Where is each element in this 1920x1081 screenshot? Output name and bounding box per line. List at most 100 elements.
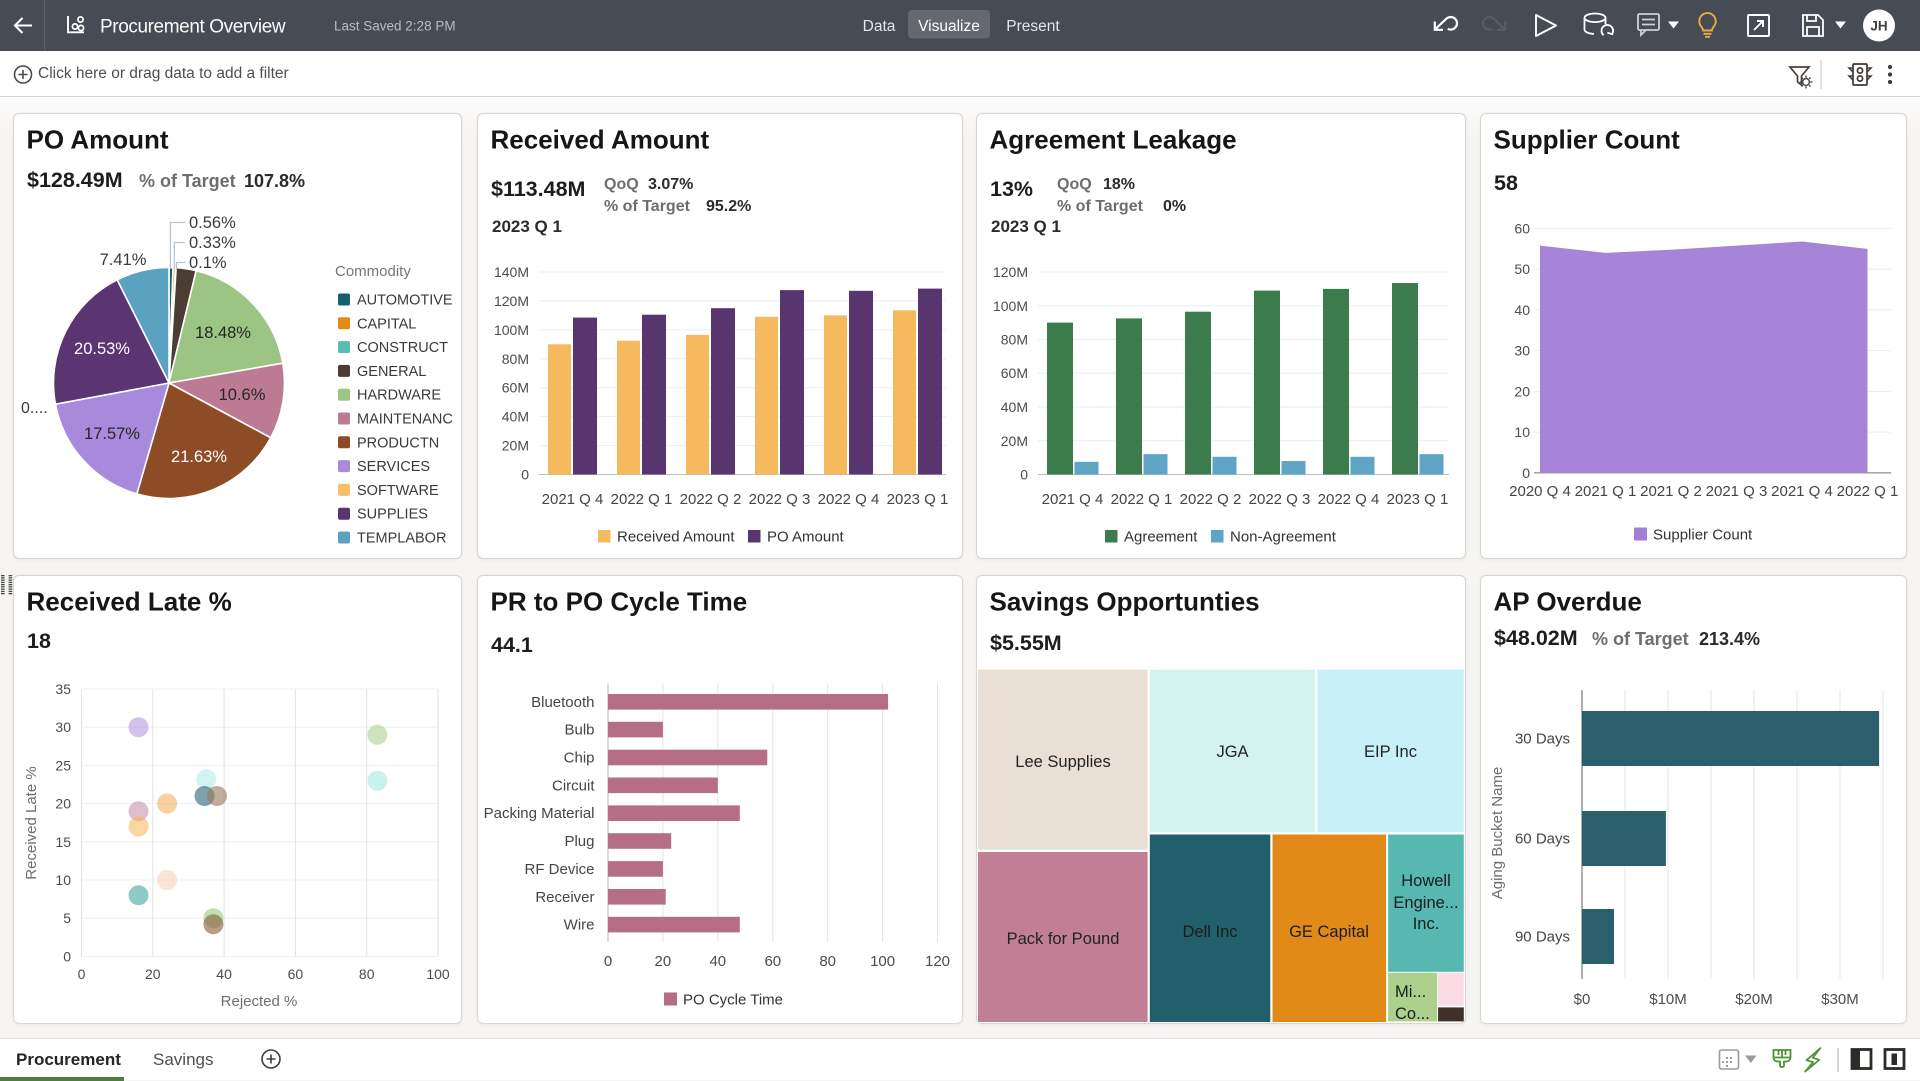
svg-text:30 Days: 30 Days	[1515, 731, 1570, 748]
svg-text:GE Capital: GE Capital	[1289, 923, 1369, 941]
svg-text:Rejected %: Rejected %	[221, 993, 298, 1010]
svg-text:21.63%: 21.63%	[171, 448, 227, 466]
svg-text:0: 0	[521, 467, 529, 483]
svg-text:60: 60	[1514, 221, 1530, 237]
svg-text:100: 100	[426, 966, 450, 982]
svg-text:2022 Q 1: 2022 Q 1	[611, 491, 673, 508]
svg-text:Agreement Leakage: Agreement Leakage	[990, 125, 1237, 155]
svg-text:2022 Q 3: 2022 Q 3	[1249, 491, 1311, 508]
svg-text:5: 5	[63, 910, 71, 926]
svg-text:40: 40	[216, 966, 232, 982]
svg-text:140M: 140M	[494, 264, 529, 280]
svg-text:60M: 60M	[1001, 365, 1028, 381]
svg-text:20M: 20M	[1001, 433, 1028, 449]
svg-text:60 Days: 60 Days	[1515, 831, 1570, 848]
svg-text:Lee Supplies: Lee Supplies	[1015, 753, 1110, 771]
svg-text:QoQ: QoQ	[604, 176, 639, 193]
svg-text:$128.49M: $128.49M	[27, 168, 123, 192]
svg-text:95.2%: 95.2%	[706, 198, 751, 215]
svg-text:$0: $0	[1574, 991, 1591, 1008]
svg-text:Received Late %: Received Late %	[27, 587, 232, 617]
svg-text:Bluetooth: Bluetooth	[531, 694, 594, 711]
svg-text:2021 Q 4: 2021 Q 4	[1771, 483, 1833, 500]
svg-text:Dell Inc: Dell Inc	[1182, 923, 1237, 941]
svg-text:2021 Q 1: 2021 Q 1	[1575, 483, 1637, 500]
svg-text:Inc.: Inc.	[1413, 915, 1440, 933]
svg-text:20: 20	[1514, 383, 1530, 399]
svg-text:2022 Q 1: 2022 Q 1	[1837, 483, 1899, 500]
svg-text:0.56%: 0.56%	[189, 214, 236, 232]
svg-text:Aging Bucket Name: Aging Bucket Name	[1489, 767, 1506, 900]
svg-text:90 Days: 90 Days	[1515, 929, 1570, 946]
svg-text:$10M: $10M	[1649, 991, 1687, 1008]
svg-text:0: 0	[1522, 465, 1530, 481]
svg-text:2021 Q 4: 2021 Q 4	[542, 491, 604, 508]
svg-text:80: 80	[819, 953, 836, 970]
svg-text:213.4%: 213.4%	[1699, 629, 1760, 649]
svg-text:Visualize: Visualize	[918, 18, 980, 35]
svg-text:20M: 20M	[502, 438, 529, 454]
svg-text:100M: 100M	[494, 322, 529, 338]
svg-text:SUPPLIES: SUPPLIES	[357, 507, 428, 523]
svg-text:20: 20	[55, 796, 71, 812]
svg-text:17.57%: 17.57%	[84, 425, 140, 443]
svg-text:2022 Q 2: 2022 Q 2	[680, 491, 742, 508]
svg-text:% of Target: % of Target	[139, 171, 236, 191]
svg-text:50: 50	[1514, 261, 1530, 277]
svg-text:Receiver: Receiver	[535, 889, 594, 906]
svg-text:40: 40	[709, 953, 726, 970]
svg-text:40M: 40M	[1001, 399, 1028, 415]
svg-text:Supplier Count: Supplier Count	[1494, 125, 1681, 155]
svg-text:30: 30	[1514, 343, 1530, 359]
svg-text:Plug: Plug	[564, 833, 594, 850]
svg-text:80M: 80M	[502, 351, 529, 367]
svg-text:15: 15	[55, 834, 71, 850]
svg-text:Commodity: Commodity	[335, 263, 411, 280]
svg-text:20.53%: 20.53%	[74, 340, 130, 358]
svg-text:PO Amount: PO Amount	[767, 529, 845, 546]
svg-text:13%: 13%	[990, 177, 1033, 201]
svg-text:2022 Q 4: 2022 Q 4	[818, 491, 880, 508]
svg-text:CAPITAL: CAPITAL	[357, 316, 416, 332]
svg-text:58: 58	[1494, 171, 1518, 195]
svg-text:107.8%: 107.8%	[244, 171, 305, 191]
svg-text:18: 18	[27, 629, 51, 653]
svg-text:% of Target: % of Target	[604, 198, 691, 215]
svg-text:JH: JH	[1870, 19, 1887, 34]
svg-text:2022 Q 2: 2022 Q 2	[1180, 491, 1242, 508]
svg-text:$48.02M: $48.02M	[1494, 626, 1578, 650]
svg-text:25: 25	[55, 757, 71, 773]
svg-text:80M: 80M	[1001, 332, 1028, 348]
svg-text:PR to PO Cycle Time: PR to PO Cycle Time	[491, 587, 748, 617]
svg-text:MAINTENANC: MAINTENANC	[357, 412, 453, 428]
svg-text:0%: 0%	[1163, 198, 1186, 215]
svg-text:Received Amount: Received Amount	[491, 125, 710, 155]
svg-text:Received Amount: Received Amount	[617, 529, 735, 546]
svg-text:Chip: Chip	[564, 750, 595, 767]
svg-text:Data: Data	[863, 18, 896, 35]
svg-text:2022 Q 3: 2022 Q 3	[749, 491, 811, 508]
svg-text:100M: 100M	[993, 298, 1028, 314]
svg-text:0: 0	[1020, 467, 1028, 483]
svg-text:PO Amount: PO Amount	[27, 125, 169, 155]
svg-text:60: 60	[764, 953, 781, 970]
svg-text:CONSTRUCT: CONSTRUCT	[357, 340, 448, 356]
svg-text:Wire: Wire	[564, 917, 595, 934]
svg-text:80: 80	[359, 966, 375, 982]
svg-text:PO Cycle Time: PO Cycle Time	[683, 992, 783, 1009]
svg-text:30: 30	[55, 719, 71, 735]
svg-text:Engine...: Engine...	[1393, 894, 1458, 912]
svg-text:Howell: Howell	[1401, 872, 1451, 890]
svg-text:RF Device: RF Device	[524, 861, 594, 878]
svg-text:44.1: 44.1	[491, 633, 533, 657]
svg-text:120M: 120M	[993, 264, 1028, 280]
svg-text:$20M: $20M	[1735, 991, 1773, 1008]
svg-text:18%: 18%	[1103, 176, 1135, 193]
svg-text:0.1%: 0.1%	[189, 254, 227, 272]
svg-text:60M: 60M	[502, 380, 529, 396]
svg-text:120: 120	[925, 953, 950, 970]
svg-text:Non-Agreement: Non-Agreement	[1230, 529, 1337, 546]
svg-text:0: 0	[604, 953, 612, 970]
svg-text:SERVICES: SERVICES	[357, 459, 430, 475]
svg-text:Procurement Overview: Procurement Overview	[100, 17, 286, 38]
